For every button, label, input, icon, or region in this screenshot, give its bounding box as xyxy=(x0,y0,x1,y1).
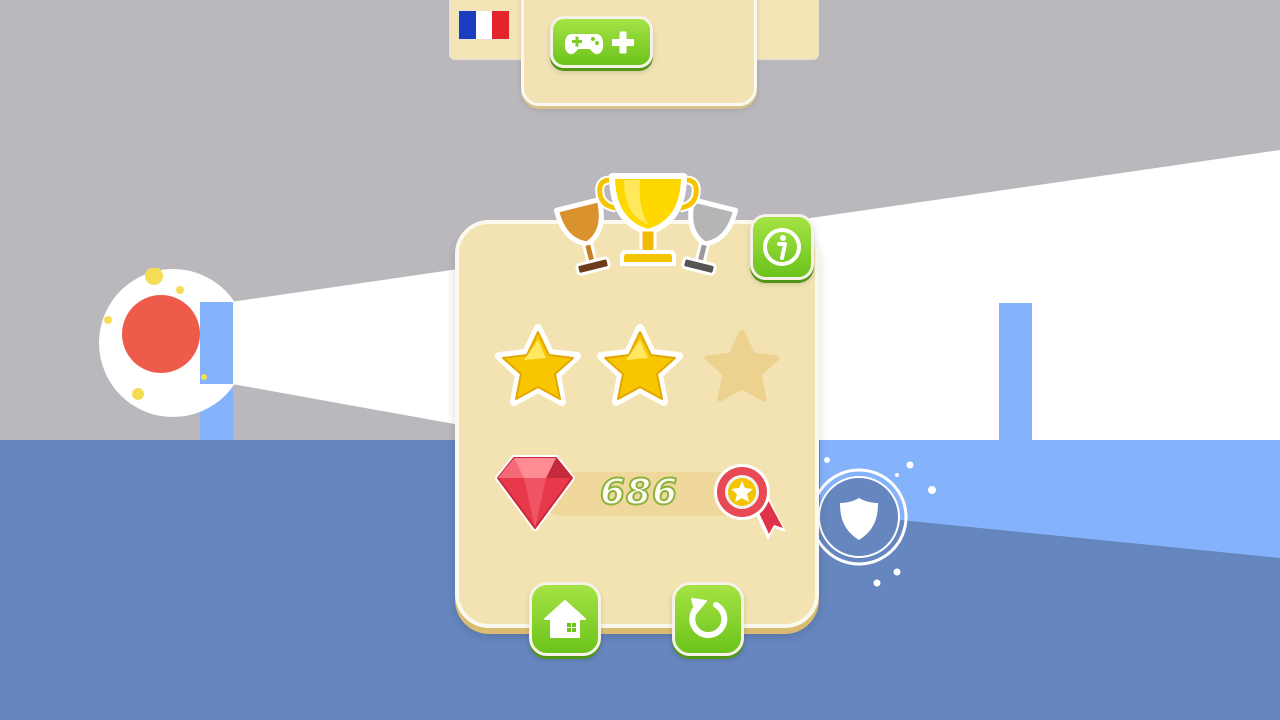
star-rating xyxy=(488,322,788,414)
gem-container xyxy=(494,452,576,534)
add-game-button[interactable] xyxy=(550,16,653,68)
shield-powerup xyxy=(810,455,942,590)
flag-stripe-red xyxy=(492,11,510,39)
info-icon xyxy=(763,228,801,266)
medal-container xyxy=(710,462,794,548)
award-ribbon-icon xyxy=(714,464,786,540)
bronze-trophy-icon xyxy=(553,197,611,276)
replay-button[interactable] xyxy=(672,582,744,656)
star-1-earned-icon xyxy=(495,324,581,406)
ruby-gem-icon xyxy=(495,455,575,531)
trophies-group xyxy=(548,170,748,288)
replay-icon xyxy=(689,598,728,639)
gamepad-plus-icon xyxy=(564,31,634,55)
home-icon xyxy=(544,600,586,638)
red-ball-icon xyxy=(99,267,247,417)
language-flag-button[interactable] xyxy=(458,10,510,40)
info-button[interactable] xyxy=(750,214,814,280)
gold-trophy-icon xyxy=(595,173,701,266)
shield-icon xyxy=(810,457,936,587)
flag-stripe-white xyxy=(475,11,493,39)
score-value: 686 xyxy=(599,471,679,514)
star-3-empty-icon xyxy=(704,329,780,402)
star-2-earned-icon xyxy=(597,324,683,406)
right-pillar xyxy=(999,303,1032,440)
flag-stripe-blue xyxy=(459,11,476,39)
player xyxy=(98,267,248,418)
home-button[interactable] xyxy=(529,582,601,656)
